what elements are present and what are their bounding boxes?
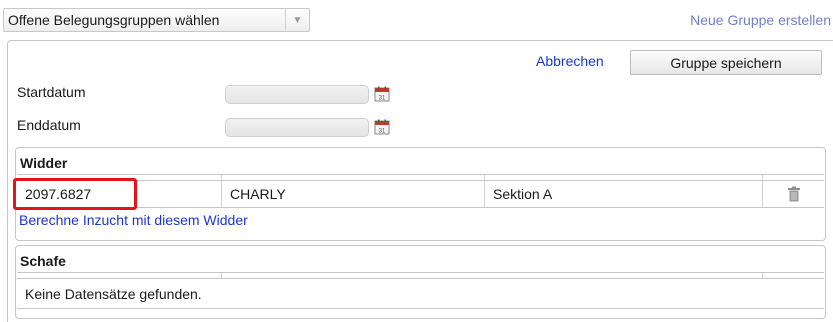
delete-cell [763,181,825,207]
table-row[interactable]: 2097.6827 CHARLY Sektion A [17,180,824,208]
end-date-calendar-icon[interactable]: 31 [374,119,390,135]
group-form-panel: Abbrechen Gruppe speichern Startdatum 31… [7,40,833,322]
trash-icon[interactable] [787,186,801,202]
start-date-calendar-day: 31 [379,96,386,102]
end-date-calendar-day: 31 [379,129,386,135]
ram-id-highlight [13,178,137,210]
list-item: Keine Datensätze gefunden. [17,278,824,309]
start-date-input[interactable] [225,85,369,104]
start-date-calendar-icon[interactable]: 31 [374,86,390,102]
start-date-label: Startdatum [17,84,86,100]
cancel-link[interactable]: Abbrechen [536,53,604,69]
sheep-section: Schafe Keine Datensätze gefunden. [15,245,826,319]
inbreeding-link[interactable]: Berechne Inzucht mit diesem Widder [19,212,248,228]
end-date-input[interactable] [225,118,369,137]
ram-name-cell: CHARLY [222,181,485,207]
ram-section-cell: Sektion A [485,181,763,207]
sheep-section-title: Schafe [20,253,66,269]
end-date-label: Enddatum [17,117,81,133]
ram-section-title: Widder [20,155,68,171]
save-group-button[interactable]: Gruppe speichern [630,50,822,75]
empty-message: Keine Datensätze gefunden. [25,285,202,302]
open-groups-select-value: Offene Belegungsgruppen wählen [8,12,220,28]
new-group-link[interactable]: Neue Gruppe erstellen [690,12,831,28]
chevron-down-icon[interactable]: ▼ [285,9,309,31]
ram-section: Widder 2097.6827 CHARLY Sektion A Berech… [13,147,826,241]
open-groups-select[interactable]: Offene Belegungsgruppen wählen ▼ [3,8,310,32]
